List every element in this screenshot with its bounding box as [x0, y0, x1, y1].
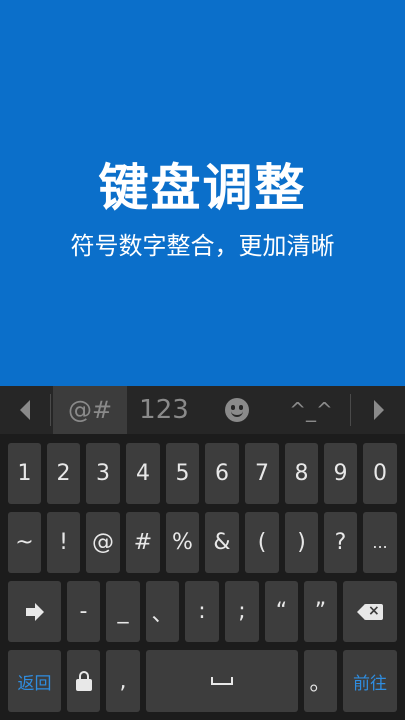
triangle-right-icon	[373, 400, 384, 420]
key-question[interactable]: ?	[324, 512, 357, 573]
key-period[interactable]: 。	[304, 650, 337, 712]
keyboard: @# 123 ^_^ 1 2 3 4 5 6 7 8 9 0 ~ ! @ # %…	[0, 386, 405, 720]
space-button[interactable]	[146, 650, 298, 712]
key-hyphen[interactable]: -	[67, 581, 100, 642]
scroll-left-button[interactable]	[0, 386, 50, 434]
key-underscore[interactable]: _	[106, 581, 140, 642]
hero-subtitle: 符号数字整合，更加清晰	[70, 232, 335, 260]
back-button[interactable]: 返回	[8, 650, 61, 712]
arrow-right-icon	[25, 602, 44, 621]
backspace-button[interactable]: ×	[343, 581, 397, 642]
key-3[interactable]: 3	[86, 443, 120, 504]
key-tilde[interactable]: ~	[8, 512, 41, 573]
key-comma[interactable]: ,	[106, 650, 140, 712]
key-0[interactable]: 0	[363, 443, 397, 504]
go-button[interactable]: 前往	[343, 650, 397, 712]
scroll-right-button[interactable]	[352, 386, 405, 434]
key-9[interactable]: 9	[324, 443, 357, 504]
key-2[interactable]: 2	[47, 443, 80, 504]
key-paren-close[interactable]: )	[285, 512, 318, 573]
key-1[interactable]: 1	[8, 443, 41, 504]
shift-button[interactable]	[8, 581, 61, 642]
tab-symbols-label: @#	[67, 396, 113, 424]
key-colon[interactable]: :	[185, 581, 219, 642]
key-6[interactable]: 6	[205, 443, 239, 504]
key-8[interactable]: 8	[285, 443, 318, 504]
key-4[interactable]: 4	[126, 443, 160, 504]
lock-button[interactable]	[67, 650, 100, 712]
tab-numbers-label: 123	[139, 395, 189, 425]
tab-emoji[interactable]	[201, 386, 273, 434]
smiley-icon	[225, 398, 249, 422]
key-at[interactable]: @	[86, 512, 120, 573]
key-exclamation[interactable]: !	[47, 512, 80, 573]
key-paren-open[interactable]: (	[245, 512, 279, 573]
key-percent[interactable]: %	[166, 512, 199, 573]
backspace-icon: ×	[357, 603, 383, 620]
key-quote-open[interactable]: “	[265, 581, 298, 642]
tab-symbols[interactable]: @#	[53, 386, 127, 434]
key-7[interactable]: 7	[245, 443, 279, 504]
lock-icon	[75, 671, 92, 691]
key-hash[interactable]: #	[126, 512, 160, 573]
key-quote-close[interactable]: ”	[304, 581, 337, 642]
tab-emoticons[interactable]: ^_^	[273, 386, 349, 434]
space-icon	[211, 677, 233, 685]
key-ellipsis[interactable]: ...	[363, 512, 397, 573]
tab-emoticons-label: ^_^	[289, 398, 333, 422]
key-enumeration-comma[interactable]: 、	[146, 581, 179, 642]
keyboard-topbar: @# 123 ^_^	[0, 386, 405, 434]
triangle-left-icon	[20, 400, 30, 420]
hero-banner: 键盘调整 符号数字整合，更加清晰	[0, 0, 405, 386]
key-ampersand[interactable]: &	[205, 512, 239, 573]
key-semicolon[interactable]: ;	[225, 581, 259, 642]
hero-title: 键盘调整	[98, 159, 307, 217]
key-5[interactable]: 5	[166, 443, 199, 504]
tab-numbers[interactable]: 123	[127, 386, 201, 434]
